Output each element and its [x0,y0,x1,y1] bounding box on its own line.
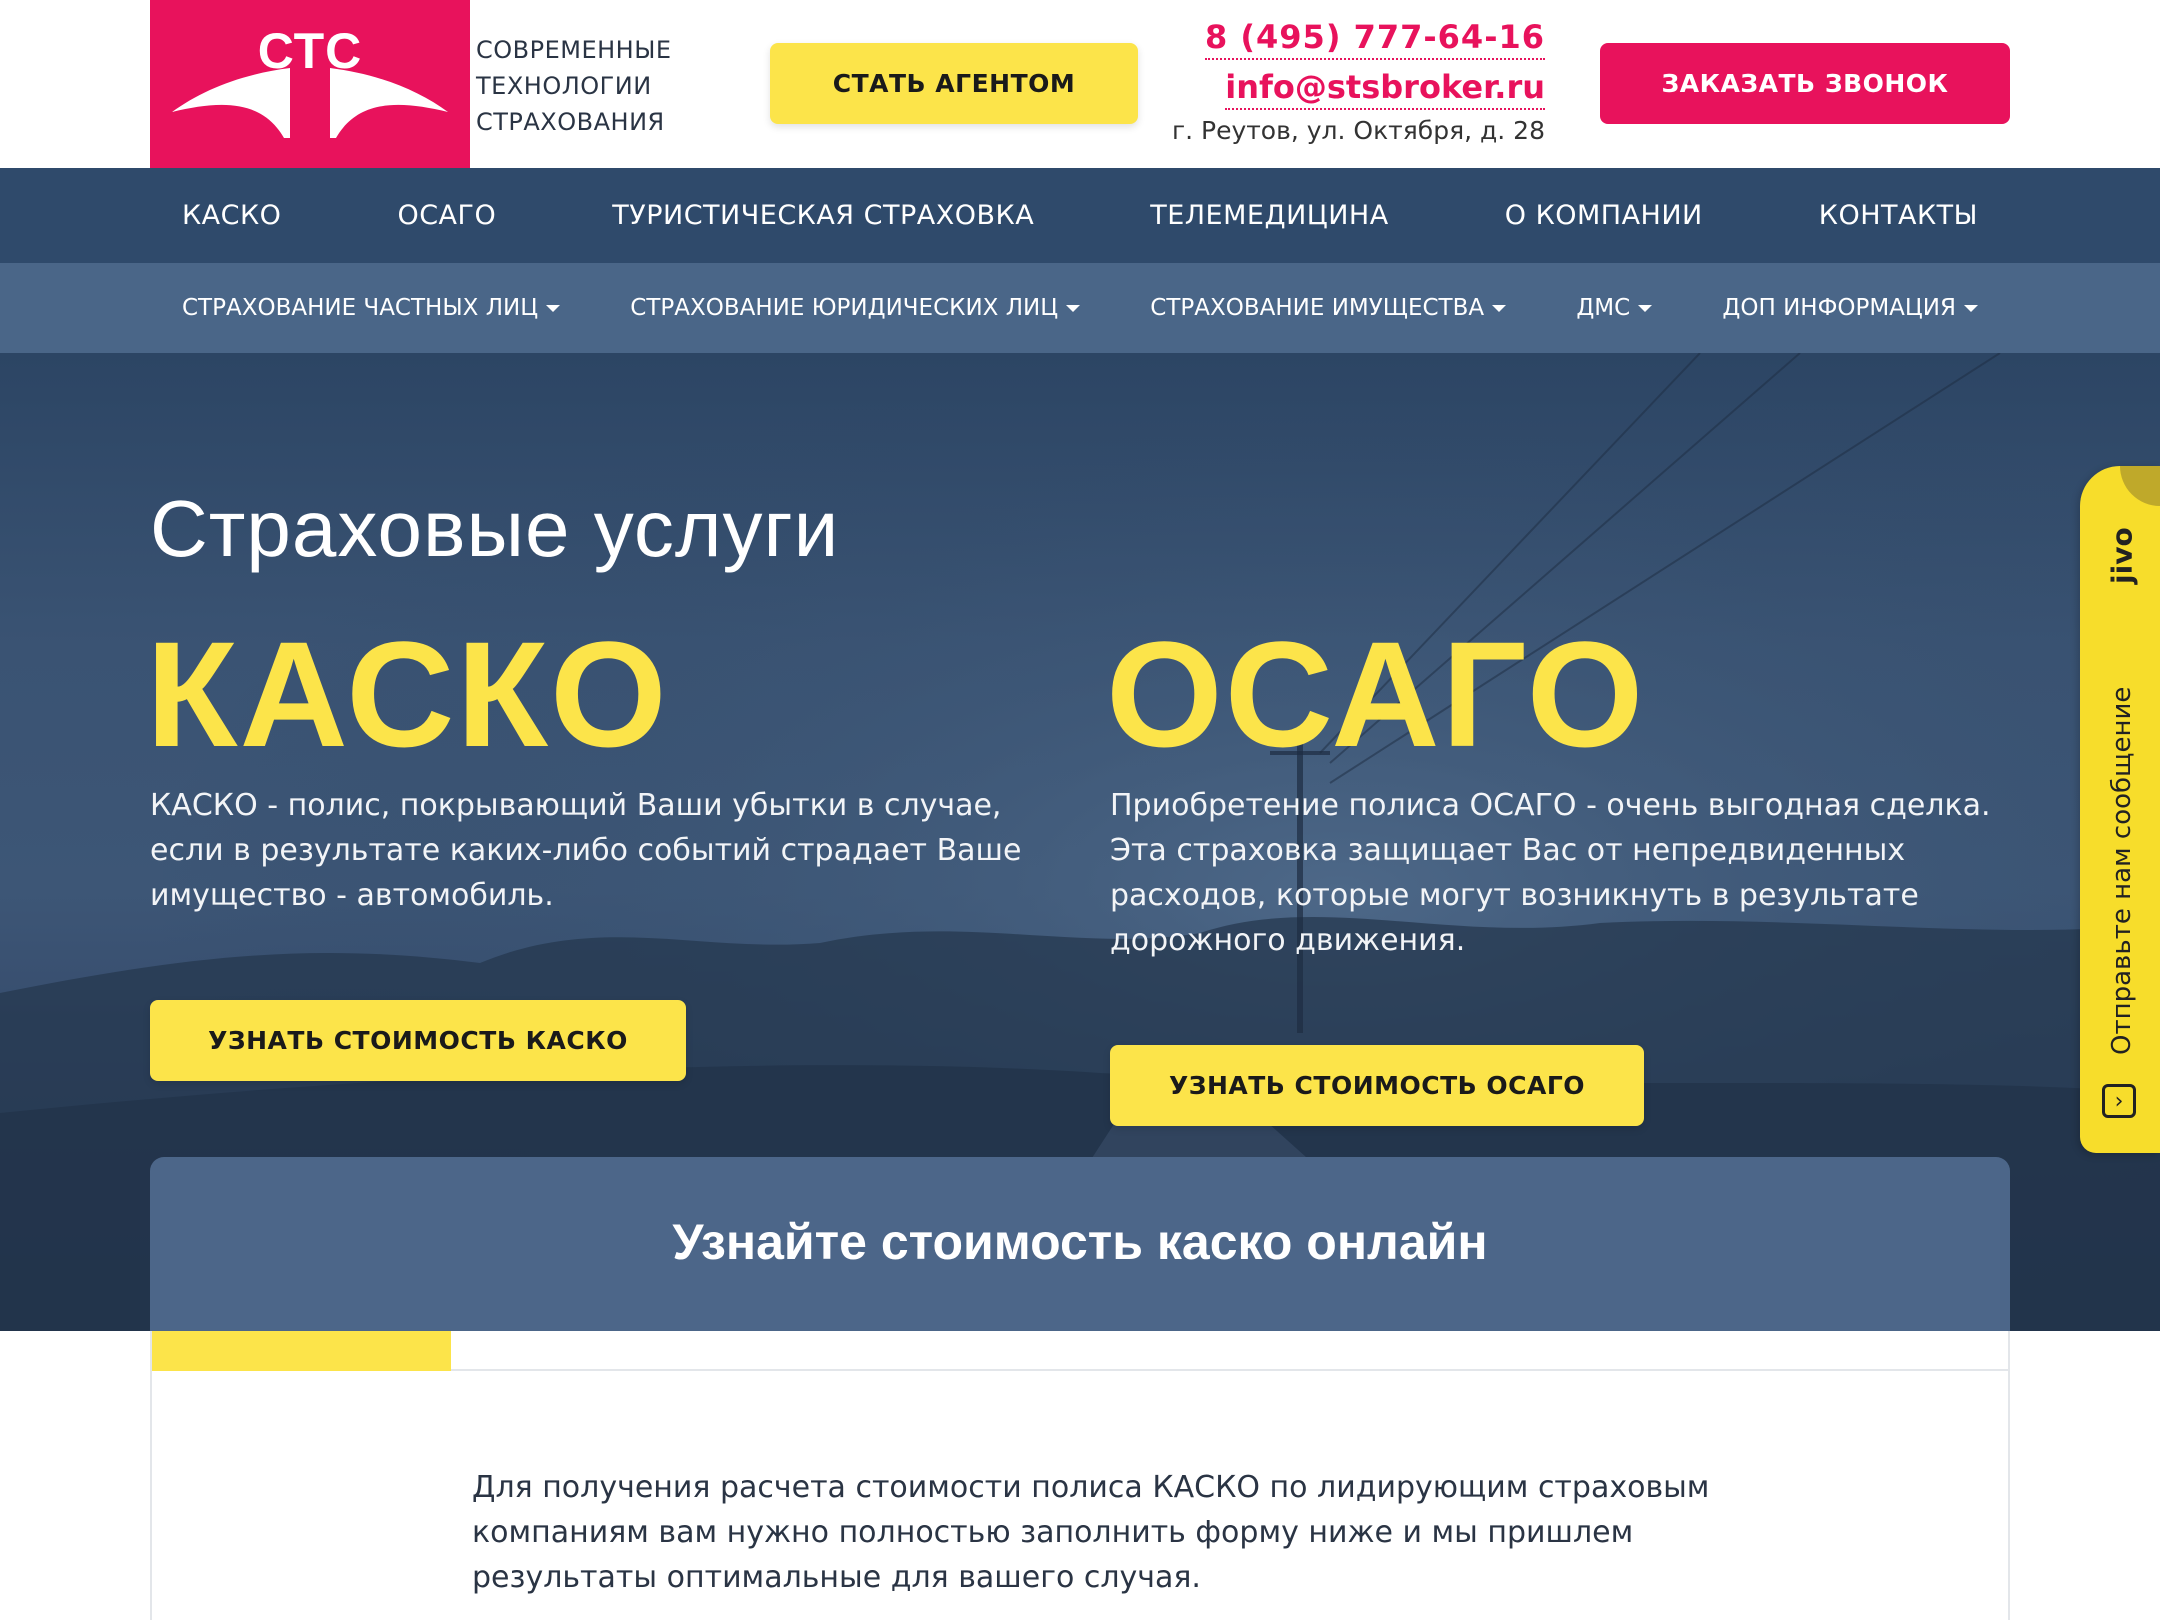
caret-down-icon [1066,304,1081,312]
logo[interactable]: СТС [150,0,470,168]
site-header: СТС СОВРЕМЕННЫЕ ТЕХНОЛОГИИ СТРАХОВАНИЯ С… [0,0,2160,168]
tagline-line-1: СОВРЕМЕННЫЕ [476,36,672,64]
calculator-progress-bar [152,1331,2008,1371]
osago-price-button[interactable]: УЗНАТЬ СТОИМОСТЬ ОСАГО [1110,1045,1644,1126]
subnav-dms[interactable]: ДМС [1576,295,1653,321]
jivo-chat-widget[interactable]: jivo Отправьте нам сообщение › [2080,466,2160,1153]
calculator-header: Узнайте стоимость каско онлайн [150,1157,2010,1331]
subnav-property[interactable]: СТРАХОВАНИЕ ИМУЩЕСТВА [1150,295,1507,321]
subnav-label: ДОП ИНФОРМАЦИЯ [1722,295,1956,321]
tagline-line-3: СТРАХОВАНИЯ [476,108,665,136]
chat-arrow-icon: › [2102,1084,2136,1118]
jivo-label: Отправьте нам сообщение [2107,686,2137,1056]
subnav-extra-info[interactable]: ДОП ИНФОРМАЦИЯ [1722,295,1978,321]
nav-item-osago[interactable]: ОСАГО [397,200,496,231]
hero-title: Страховые услуги [150,484,840,573]
nav-item-kasko[interactable]: КАСКО [182,200,281,231]
subnav-legal-entities[interactable]: СТРАХОВАНИЕ ЮРИДИЧЕСКИХ ЛИЦ [630,295,1081,321]
jivo-logo: jivo [2105,527,2139,585]
nav-item-telemedicine[interactable]: ТЕЛЕМЕДИЦИНА [1150,200,1389,231]
calculator-title: Узнайте стоимость каско онлайн [672,1214,1488,1270]
phone-link[interactable]: 8 (495) 777-64-16 [1204,18,1545,60]
osago-heading: ОСАГО [1106,610,1646,778]
jivo-corner-decoration [2120,466,2160,506]
become-agent-button[interactable]: СТАТЬ АГЕНТОМ [770,43,1138,124]
nav-item-travel[interactable]: ТУРИСТИЧЕСКАЯ СТРАХОВКА [612,200,1034,231]
kasko-price-button[interactable]: УЗНАТЬ СТОИМОСТЬ КАСКО [150,1000,686,1081]
tagline-line-2: ТЕХНОЛОГИИ [476,72,652,100]
calculator-body: Для получения расчета стоимости полиса К… [150,1331,2010,1620]
main-nav: КАСКО ОСАГО ТУРИСТИЧЕСКАЯ СТРАХОВКА ТЕЛЕ… [0,168,2160,263]
logo-wings-icon [172,68,448,138]
subnav-label: ДМС [1576,295,1631,321]
email-link[interactable]: info@stsbroker.ru [1225,68,1545,110]
subnav-label: СТРАХОВАНИЕ ЧАСТНЫХ ЛИЦ [182,295,539,321]
order-callback-button[interactable]: ЗАКАЗАТЬ ЗВОНОК [1600,43,2010,124]
sub-nav: СТРАХОВАНИЕ ЧАСТНЫХ ЛИЦ СТРАХОВАНИЕ ЮРИД… [0,263,2160,353]
caret-down-icon [546,304,561,312]
subnav-label: СТРАХОВАНИЕ ИМУЩЕСТВА [1150,295,1485,321]
caret-down-icon [1492,304,1507,312]
address-text: г. Реутов, ул. Октября, д. 28 [1171,116,1545,145]
subnav-private-persons[interactable]: СТРАХОВАНИЕ ЧАСТНЫХ ЛИЦ [182,295,561,321]
subnav-label: СТРАХОВАНИЕ ЮРИДИЧЕСКИХ ЛИЦ [630,295,1059,321]
kasko-heading: КАСКО [146,610,669,778]
kasko-description: КАСКО - полис, покрывающий Ваши убытки в… [150,788,1022,913]
osago-description: Приобретение полиса ОСАГО - очень выгодн… [1110,788,1991,958]
contact-block: 8 (495) 777-64-16 info@stsbroker.ru г. Р… [1172,18,1545,145]
calculator-intro-text: Для получения расчета стоимости полиса К… [472,1470,1710,1595]
nav-item-about[interactable]: О КОМПАНИИ [1505,200,1703,231]
company-tagline: СОВРЕМЕННЫЕ ТЕХНОЛОГИИ СТРАХОВАНИЯ [476,32,672,140]
caret-down-icon [1638,304,1653,312]
progress-fill [152,1331,451,1371]
nav-item-contacts[interactable]: КОНТАКТЫ [1819,200,1978,231]
caret-down-icon [1963,304,1978,312]
